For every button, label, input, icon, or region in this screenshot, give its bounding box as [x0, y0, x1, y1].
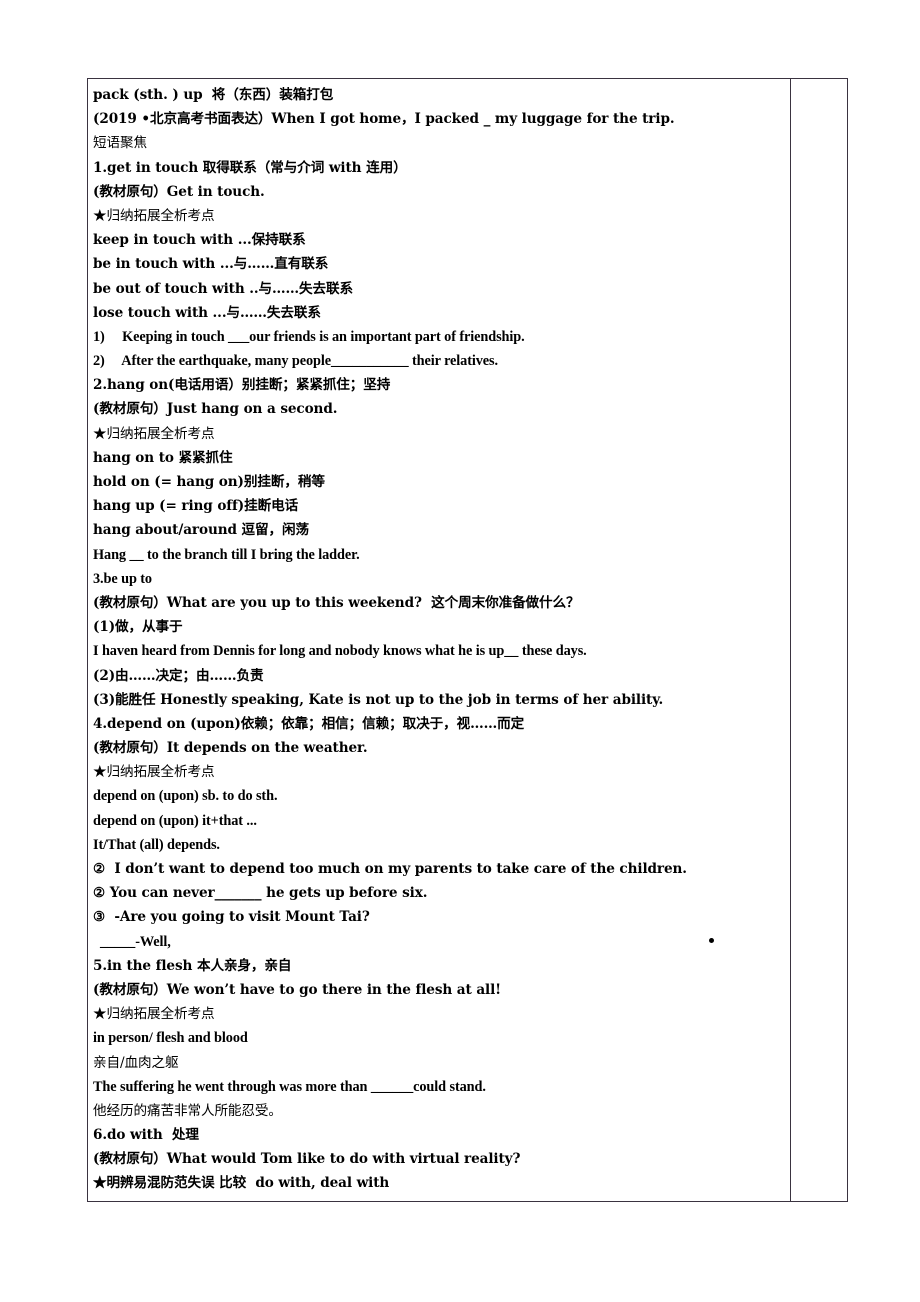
text-line: It/That (all) depends. — [93, 833, 786, 857]
text-line: 2) After the earthquake, many people____… — [93, 349, 786, 373]
document-page: pack (sth. ) up 将（东西）装箱打包 (2019 •北京高考书面表达… — [0, 0, 920, 1302]
text-lines-container: pack (sth. ) up 将（东西）装箱打包 (2019 •北京高考书面表达… — [93, 83, 786, 1196]
text-line: I haven heard from Dennis for long and n… — [93, 639, 786, 663]
text-line-content: ★归纳拓展全析考点 — [93, 207, 215, 224]
text-line-content: _____-Well, — [93, 933, 171, 950]
text-line: 1) Keeping in touch ___our friends is an… — [93, 325, 786, 349]
text-line: 4.depend on (upon)依赖；依靠；相信；信赖；取决于，视……而定 — [93, 712, 786, 736]
text-line: ★归纳拓展全析考点 — [93, 760, 786, 784]
stray-bullet-icon — [709, 937, 714, 943]
text-line-content: hold on (= hang on)别挂断，稍等 — [93, 474, 325, 490]
text-line: (3)能胜任 Honestly speaking, Kate is not up… — [93, 688, 786, 712]
text-line-content: in person/ flesh and blood — [93, 1030, 248, 1047]
text-line-content: ② You can never_______ he gets up before… — [93, 885, 428, 902]
text-line-content: ★归纳拓展全析考点 — [93, 425, 215, 442]
text-line: hold on (= hang on)别挂断，稍等 — [93, 470, 786, 494]
text-line-content: The suffering he went through was more t… — [93, 1078, 486, 1095]
text-line-content: ③ -Are you going to visit Mount Tai? — [93, 909, 370, 926]
text-line-content: 3.be up to — [93, 570, 152, 587]
text-line: The suffering he went through was more t… — [93, 1075, 786, 1099]
text-line-content: 他经历的痛苦非常人所能忍受。 — [93, 1102, 282, 1119]
text-line: 6.do with 处理 — [93, 1123, 786, 1147]
text-line: hang about/around 逗留，闲荡 — [93, 518, 786, 542]
text-line-content: ★归纳拓展全析考点 — [93, 764, 215, 781]
text-line: _____-Well, — [93, 930, 786, 954]
text-line: ★归纳拓展全析考点 — [93, 422, 786, 446]
text-line-content: lose touch with ...与……失去联系 — [93, 304, 321, 321]
text-line: ② I don’t want to depend too much on my … — [93, 857, 786, 881]
table-row: pack (sth. ) up 将（东西）装箱打包 (2019 •北京高考书面表达… — [87, 78, 848, 1202]
table-cell-margin-note — [790, 78, 848, 1202]
text-line: hang up (= ring off)挂断电话 — [93, 494, 786, 518]
text-line-content: 1) Keeping in touch ___our friends is an… — [93, 328, 525, 345]
text-line-content: 2.hang on(电话用语）别挂断；紧紧抓住；坚持 — [93, 377, 391, 394]
text-line: ② You can never_______ he gets up before… — [93, 881, 786, 905]
text-line: be in touch with ...与……直有联系 — [93, 252, 786, 276]
text-line-content: (教材原句）We won’t have to go there in the f… — [93, 981, 502, 998]
text-line-content: I haven heard from Dennis for long and n… — [93, 643, 587, 660]
text-line: 1.get in touch 取得联系（常与介词 with 连用） — [93, 156, 786, 180]
text-line: ★明辨易混防范失误 比较 do with, deal with — [93, 1171, 786, 1195]
text-line: 5.in the flesh 本人亲身，亲自 — [93, 954, 786, 978]
text-line: keep in touch with ...保持联系 — [93, 228, 786, 252]
text-line: depend on (upon) it+that ... — [93, 809, 786, 833]
text-line-content: 6.do with 处理 — [93, 1127, 199, 1144]
text-line-content: keep in touch with ...保持联系 — [93, 232, 306, 249]
text-line: 2.hang on(电话用语）别挂断；紧紧抓住；坚持 — [93, 373, 786, 397]
text-line: (教材原句）Get in touch. — [93, 180, 786, 204]
text-line-content: (3)能胜任 Honestly speaking, Kate is not up… — [93, 691, 664, 708]
text-line: hang on to 紧紧抓住 — [93, 446, 786, 470]
text-line: (1)做，从事于 — [93, 615, 786, 639]
text-line: (教材原句）Just hang on a second. — [93, 397, 786, 421]
text-line-content: 1.get in touch 取得联系（常与介词 with 连用） — [93, 159, 407, 176]
text-line-content: hang up (= ring off)挂断电话 — [93, 498, 299, 515]
text-line-content: be out of touch with ..与……失去联系 — [93, 280, 354, 297]
text-line-content: (教材原句）What are you up to this weekend? 这… — [93, 594, 580, 611]
text-line-content: (教材原句）Get in touch. — [93, 183, 265, 200]
text-line-content: (2019 •北京高考书面表达）When I got home，I packed… — [93, 111, 675, 128]
text-line-content: depend on (upon) sb. to do sth. — [93, 788, 278, 805]
text-line-content: Hang __ to the branch till I bring the l… — [93, 546, 360, 563]
text-line-content: ★明辨易混防范失误 比较 do with, deal with — [93, 1175, 390, 1192]
text-line-content: It/That (all) depends. — [93, 836, 220, 853]
text-line: 亲自/血肉之躯 — [93, 1051, 786, 1075]
text-line: (教材原句）We won’t have to go there in the f… — [93, 978, 786, 1002]
text-line: (2)由……决定；由……负责 — [93, 664, 786, 688]
text-line-content: hang about/around 逗留，闲荡 — [93, 522, 310, 539]
text-line: Hang __ to the branch till I bring the l… — [93, 543, 786, 567]
table-cell-content: pack (sth. ) up 将（东西）装箱打包 (2019 •北京高考书面表达… — [87, 78, 791, 1202]
text-line-content: 2) After the earthquake, many people____… — [93, 353, 498, 370]
text-line: depend on (upon) sb. to do sth. — [93, 784, 786, 808]
text-line-content: (教材原句）What would Tom like to do with vir… — [93, 1151, 521, 1168]
text-line-content: be in touch with ...与……直有联系 — [93, 256, 329, 273]
text-line: 他经历的痛苦非常人所能忍受。 — [93, 1099, 786, 1123]
text-line: 短语聚焦 — [93, 131, 786, 155]
text-line-content: depend on (upon) it+that ... — [93, 812, 257, 829]
text-line: ★归纳拓展全析考点 — [93, 204, 786, 228]
text-line: (教材原句）What would Tom like to do with vir… — [93, 1147, 786, 1171]
text-line-content: (2)由……决定；由……负责 — [93, 667, 264, 684]
text-line-content: (教材原句）Just hang on a second. — [93, 401, 338, 418]
text-line-content: ★归纳拓展全析考点 — [93, 1006, 215, 1023]
text-line: (教材原句）It depends on the weather. — [93, 736, 786, 760]
text-line-content: ② I don’t want to depend too much on my … — [93, 861, 687, 877]
text-line-content: 亲自/血肉之躯 — [93, 1054, 179, 1071]
content-table: pack (sth. ) up 将（东西）装箱打包 (2019 •北京高考书面表达… — [87, 78, 848, 1202]
text-line-content: pack (sth. ) up 将（东西）装箱打包 — [93, 87, 334, 103]
text-line: (2019 •北京高考书面表达）When I got home，I packed… — [93, 107, 786, 131]
text-line: in person/ flesh and blood — [93, 1026, 786, 1050]
text-line-content: 5.in the flesh 本人亲身，亲自 — [93, 957, 292, 974]
text-line-content: (1)做，从事于 — [93, 619, 183, 636]
text-line: 3.be up to — [93, 567, 786, 591]
text-line: be out of touch with ..与……失去联系 — [93, 277, 786, 301]
text-line-content: 短语聚焦 — [93, 135, 147, 152]
text-line: pack (sth. ) up 将（东西）装箱打包 — [93, 83, 786, 107]
text-line: ★归纳拓展全析考点 — [93, 1002, 786, 1026]
text-line-content: (教材原句）It depends on the weather. — [93, 740, 368, 757]
text-line: ③ -Are you going to visit Mount Tai? — [93, 905, 786, 929]
text-line-content: hang on to 紧紧抓住 — [93, 449, 233, 466]
text-line: lose touch with ...与……失去联系 — [93, 301, 786, 325]
text-line-content: 4.depend on (upon)依赖；依靠；相信；信赖；取决于，视……而定 — [93, 715, 525, 732]
text-line: (教材原句）What are you up to this weekend? 这… — [93, 591, 786, 615]
